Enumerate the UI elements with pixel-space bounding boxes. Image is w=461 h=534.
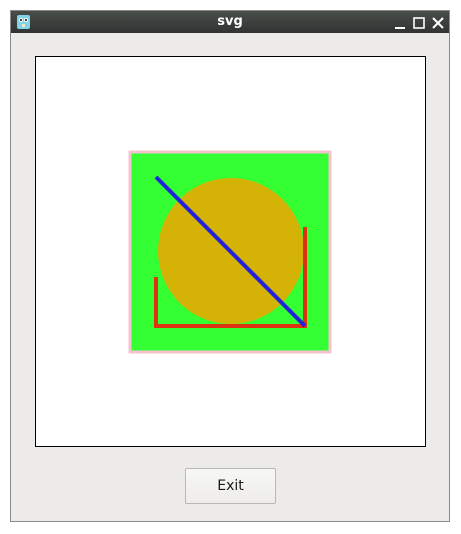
exit-button[interactable]: Exit xyxy=(185,468,276,504)
app-window: svg Exit xyxy=(10,10,450,522)
title-bar[interactable]: svg xyxy=(11,11,449,33)
minimize-icon[interactable] xyxy=(393,15,407,29)
maximize-icon[interactable] xyxy=(412,15,426,29)
close-icon[interactable] xyxy=(431,15,445,29)
svg-drawing xyxy=(128,150,332,354)
window-title: svg xyxy=(217,14,243,29)
svg-canvas xyxy=(35,56,426,447)
